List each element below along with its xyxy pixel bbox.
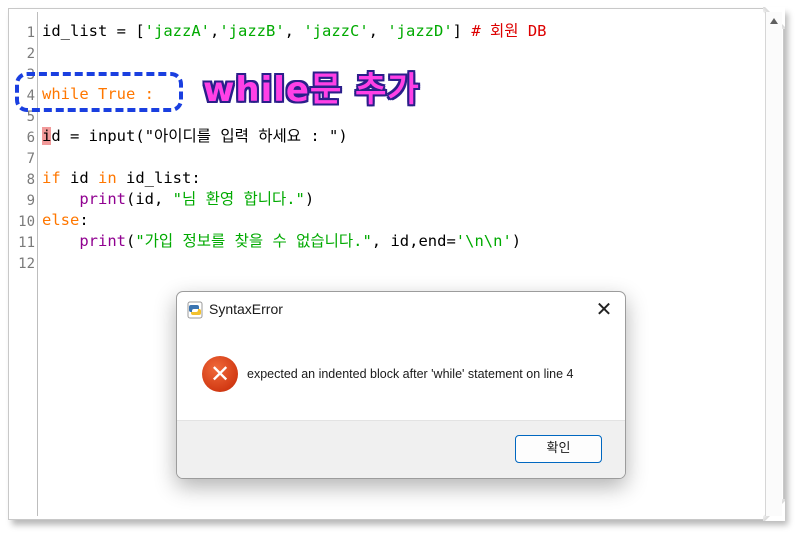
- line-number: 11: [18, 235, 35, 251]
- code-token: (id,: [126, 190, 173, 208]
- annotation-dashed-box: [15, 72, 183, 112]
- code-token: :: [79, 211, 89, 229]
- code-line-9: print(id, "님 환영 합니다."): [42, 189, 314, 210]
- string-token: "가입 정보를 찾을 수 없습니다.": [135, 232, 372, 250]
- string-token: 'jazzD': [387, 22, 453, 40]
- string-token: 'jazzB': [219, 22, 285, 40]
- builtin-token: print: [79, 190, 126, 208]
- syntax-error-dialog[interactable]: SyntaxError ✕ ✕ expected an indented blo…: [176, 291, 626, 479]
- line-number: 12: [18, 256, 35, 272]
- keyword-token: else: [42, 211, 80, 229]
- line-number: 10: [18, 214, 35, 230]
- code-token: ,: [368, 22, 388, 40]
- code-line-1: id_list = ['jazzA','jazzB', 'jazzC', 'ja…: [42, 21, 547, 42]
- string-token: 'jazzA': [144, 22, 210, 40]
- python-icon: [187, 301, 203, 319]
- code-token: (: [135, 127, 145, 145]
- builtin-token: print: [79, 232, 126, 250]
- keyword-token: in: [98, 169, 117, 187]
- code-token: id: [60, 169, 98, 187]
- code-token: id_list = [: [42, 22, 145, 40]
- text-cursor-highlight: i: [42, 127, 52, 145]
- close-icon[interactable]: ✕: [591, 296, 617, 322]
- code-line-10: else:: [42, 210, 89, 231]
- code-token: d =: [51, 127, 89, 145]
- dialog-titlebar[interactable]: SyntaxError ✕: [177, 292, 625, 326]
- string-token: '\n\n': [455, 232, 512, 250]
- code-token: ,: [284, 22, 304, 40]
- line-number: 1: [26, 25, 35, 41]
- code-token: id_list:: [116, 169, 201, 187]
- code-token: , id,end=: [371, 232, 456, 250]
- annotation-label: while문 추가: [203, 70, 420, 110]
- line-number: 8: [26, 172, 35, 188]
- dialog-footer: 확인: [177, 420, 625, 478]
- builtin-token: input: [88, 127, 136, 145]
- ok-button[interactable]: 확인: [515, 435, 602, 463]
- code-line-11: print("가입 정보를 찾을 수 없습니다.", id,end='\n\n'…: [42, 231, 521, 252]
- scroll-up-arrow-icon[interactable]: [770, 18, 778, 24]
- line-number: 7: [26, 151, 35, 167]
- string-token: "님 환영 합니다.": [172, 190, 305, 208]
- code-token: (: [126, 232, 136, 250]
- code-token: ): [338, 127, 348, 145]
- code-line-6: id = input("아이디를 입력 하세요 : "): [42, 126, 348, 147]
- code-token: "아이디를 입력 하세요 : ": [144, 127, 339, 145]
- code-token: ): [304, 190, 315, 208]
- line-number: 9: [26, 193, 35, 209]
- comment-token: # 회원 DB: [471, 22, 547, 40]
- string-token: 'jazzC': [303, 22, 369, 40]
- code-token: ]: [452, 22, 472, 40]
- line-number: 2: [26, 46, 35, 62]
- error-message: expected an indented block after 'while'…: [247, 367, 574, 381]
- line-number: 6: [26, 130, 35, 146]
- code-token: ,: [209, 22, 220, 40]
- keyword-token: if: [42, 169, 61, 187]
- vertical-scrollbar[interactable]: [765, 12, 782, 516]
- code-token: ): [511, 232, 522, 250]
- code-line-8: if id in id_list:: [42, 168, 201, 189]
- dialog-title: SyntaxError: [209, 301, 283, 317]
- error-icon: ✕: [202, 356, 238, 392]
